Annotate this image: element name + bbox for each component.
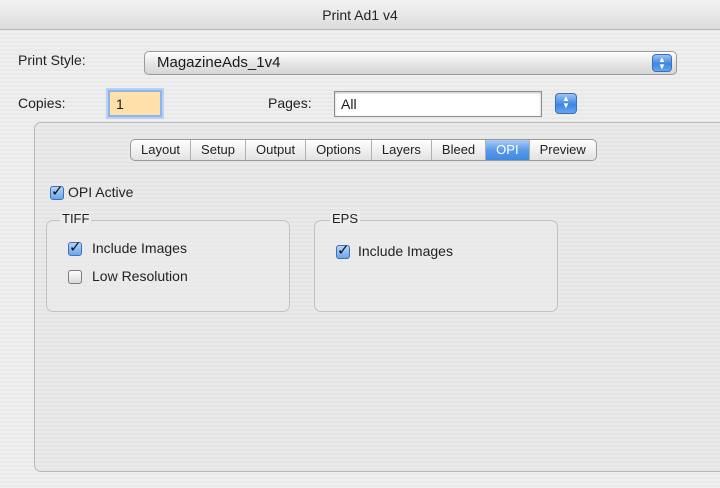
tiff-group [46,220,290,312]
checkmark-icon: ✓ [51,183,64,200]
print-style-label: Print Style: [18,52,86,68]
eps-group-title: EPS [330,211,361,226]
window-title-bar: Print Ad1 v4 [0,0,720,30]
tab-bleed[interactable]: Bleed [432,140,487,160]
window-title: Print Ad1 v4 [322,7,398,23]
tiff-include-images-label: Include Images [92,240,187,256]
tiff-low-resolution-checkbox[interactable] [68,270,82,284]
eps-include-images-label: Include Images [358,243,453,259]
pages-label: Pages: [268,95,312,111]
tiff-low-resolution-label: Low Resolution [92,268,188,284]
tab-bar: Layout Setup Output Options Layers Bleed… [130,139,597,161]
tab-opi[interactable]: OPI [486,140,530,160]
copies-field[interactable]: 1 [108,90,162,117]
print-style-popup[interactable]: MagazineAds_1v4 ▲ ▼ [144,51,677,75]
checkmark-icon: ✓ [69,239,82,256]
tab-preview[interactable]: Preview [530,140,596,160]
print-style-value: MagazineAds_1v4 [157,54,281,71]
tab-layout[interactable]: Layout [131,140,192,160]
eps-group [314,220,558,312]
tab-options[interactable]: Options [306,140,372,160]
eps-include-images-checkbox[interactable]: ✓ [336,242,350,259]
checkmark-icon: ✓ [337,242,350,259]
tab-layers[interactable]: Layers [372,140,432,160]
tab-setup[interactable]: Setup [191,140,247,160]
popup-arrows-icon: ▲ ▼ [652,54,672,72]
opi-active-checkbox[interactable]: ✓ [50,183,64,200]
copies-label: Copies: [18,95,66,111]
opi-active-label: OPI Active [68,184,134,200]
tiff-group-title: TIFF [60,211,92,226]
pages-value: All [341,96,357,112]
copies-value: 1 [116,96,124,112]
pages-dropdown-icon[interactable]: ▲ ▼ [555,93,577,114]
pages-field[interactable]: All [334,91,542,117]
tiff-include-images-checkbox[interactable]: ✓ [68,239,82,256]
tab-output[interactable]: Output [246,140,307,160]
